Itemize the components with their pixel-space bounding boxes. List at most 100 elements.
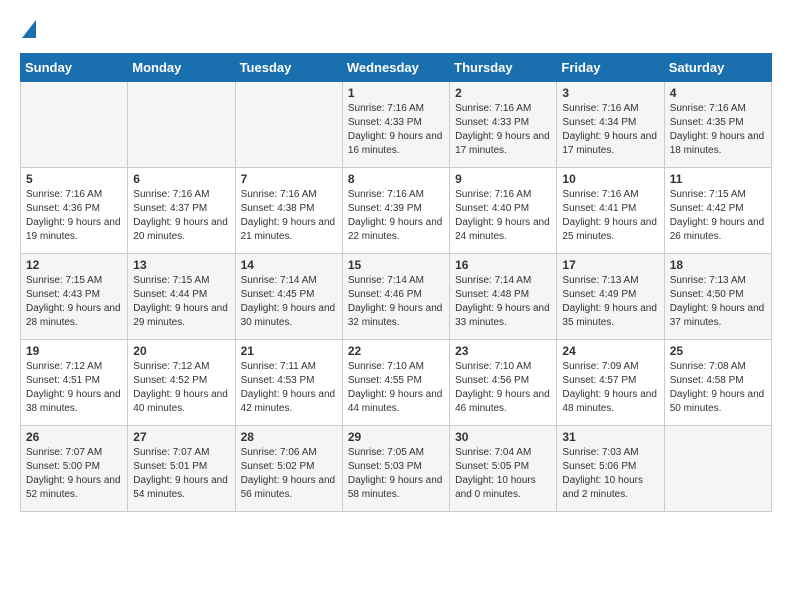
day-number: 15 <box>348 258 444 272</box>
sunrise-text: Sunrise: 7:15 AM <box>670 188 766 202</box>
sunrise-text: Sunrise: 7:10 AM <box>455 360 551 374</box>
daylight-text: Daylight: 9 hours and 40 minutes. <box>133 388 229 416</box>
sunset-text: Sunset: 5:00 PM <box>26 460 122 474</box>
day-number: 23 <box>455 344 551 358</box>
cell-content: Sunrise: 7:13 AMSunset: 4:49 PMDaylight:… <box>562 274 658 330</box>
calendar-week-row: 19Sunrise: 7:12 AMSunset: 4:51 PMDayligh… <box>21 340 772 426</box>
sunset-text: Sunset: 4:39 PM <box>348 202 444 216</box>
cell-content: Sunrise: 7:16 AMSunset: 4:36 PMDaylight:… <box>26 188 122 244</box>
sunset-text: Sunset: 4:56 PM <box>455 374 551 388</box>
sunrise-text: Sunrise: 7:14 AM <box>455 274 551 288</box>
weekday-header: Monday <box>128 54 235 82</box>
sunset-text: Sunset: 4:46 PM <box>348 288 444 302</box>
daylight-text: Daylight: 9 hours and 18 minutes. <box>670 130 766 158</box>
calendar-cell: 29Sunrise: 7:05 AMSunset: 5:03 PMDayligh… <box>342 426 449 512</box>
sunset-text: Sunset: 4:45 PM <box>241 288 337 302</box>
sunrise-text: Sunrise: 7:14 AM <box>241 274 337 288</box>
cell-content: Sunrise: 7:16 AMSunset: 4:41 PMDaylight:… <box>562 188 658 244</box>
sunset-text: Sunset: 4:53 PM <box>241 374 337 388</box>
day-number: 9 <box>455 172 551 186</box>
sunset-text: Sunset: 4:37 PM <box>133 202 229 216</box>
daylight-text: Daylight: 10 hours and 2 minutes. <box>562 474 658 502</box>
day-number: 4 <box>670 86 766 100</box>
day-number: 17 <box>562 258 658 272</box>
calendar-cell: 12 Sunrise: 7:15 AMSunset: 4:43 PMDayligh… <box>21 254 128 340</box>
day-number: 31 <box>562 430 658 444</box>
sunrise-text: Sunrise: 7:05 AM <box>348 446 444 460</box>
daylight-text: Daylight: 9 hours and 50 minutes. <box>670 388 766 416</box>
daylight-text: Daylight: 9 hours and 37 minutes. <box>670 302 766 330</box>
cell-content: Sunrise: 7:07 AMSunset: 5:01 PMDaylight:… <box>133 446 229 502</box>
sunset-text: Sunset: 4:41 PM <box>562 202 658 216</box>
cell-content: Sunrise: 7:15 AMSunset: 4:42 PMDaylight:… <box>670 188 766 244</box>
daylight-text: Daylight: 9 hours and 38 minutes. <box>26 388 122 416</box>
weekday-header: Saturday <box>664 54 771 82</box>
calendar-cell: 6Sunrise: 7:16 AMSunset: 4:37 PMDaylight… <box>128 168 235 254</box>
cell-content: Sunrise: 7:15 AMSunset: 4:44 PMDaylight:… <box>133 274 229 330</box>
daylight-text: Daylight: 9 hours and 28 minutes. <box>26 302 122 330</box>
day-number: 2 <box>455 86 551 100</box>
day-number: 11 <box>670 172 766 186</box>
cell-content: Sunrise: 7:04 AMSunset: 5:05 PMDaylight:… <box>455 446 551 502</box>
daylight-text: Daylight: 9 hours and 35 minutes. <box>562 302 658 330</box>
daylight-text: Daylight: 9 hours and 44 minutes. <box>348 388 444 416</box>
sunrise-text: Sunrise: 7:13 AM <box>562 274 658 288</box>
sunset-text: Sunset: 4:55 PM <box>348 374 444 388</box>
calendar-cell: 26Sunrise: 7:07 AMSunset: 5:00 PMDayligh… <box>21 426 128 512</box>
cell-content: Sunrise: 7:16 AMSunset: 4:40 PMDaylight:… <box>455 188 551 244</box>
sunset-text: Sunset: 4:33 PM <box>455 116 551 130</box>
sunrise-text: Sunrise: 7:16 AM <box>670 102 766 116</box>
cell-content: Sunrise: 7:09 AMSunset: 4:57 PMDaylight:… <box>562 360 658 416</box>
sunset-text: Sunset: 4:49 PM <box>562 288 658 302</box>
daylight-text: Daylight: 9 hours and 32 minutes. <box>348 302 444 330</box>
daylight-text: Daylight: 9 hours and 17 minutes. <box>455 130 551 158</box>
day-number: 13 <box>133 258 229 272</box>
day-number: 8 <box>348 172 444 186</box>
sunrise-text: Sunrise: 7:13 AM <box>670 274 766 288</box>
cell-content: Sunrise: 7:16 AMSunset: 4:35 PMDaylight:… <box>670 102 766 158</box>
calendar-cell: 10Sunrise: 7:16 AMSunset: 4:41 PMDayligh… <box>557 168 664 254</box>
sunrise-text: Sunrise: 7:16 AM <box>562 188 658 202</box>
calendar-cell: 21Sunrise: 7:11 AMSunset: 4:53 PMDayligh… <box>235 340 342 426</box>
logo <box>20 16 36 43</box>
daylight-text: Daylight: 9 hours and 29 minutes. <box>133 302 229 330</box>
calendar-table: SundayMondayTuesdayWednesdayThursdayFrid… <box>20 53 772 512</box>
daylight-text: Daylight: 9 hours and 56 minutes. <box>241 474 337 502</box>
daylight-text: Daylight: 9 hours and 46 minutes. <box>455 388 551 416</box>
daylight-text: Daylight: 9 hours and 26 minutes. <box>670 216 766 244</box>
sunset-text: Sunset: 4:38 PM <box>241 202 337 216</box>
sunset-text: Sunset: 5:01 PM <box>133 460 229 474</box>
sunrise-text: Sunrise: 7:16 AM <box>455 188 551 202</box>
weekday-header: Tuesday <box>235 54 342 82</box>
daylight-text: Daylight: 9 hours and 30 minutes. <box>241 302 337 330</box>
cell-content: Sunrise: 7:10 AMSunset: 4:56 PMDaylight:… <box>455 360 551 416</box>
calendar-cell: 9 Sunrise: 7:16 AMSunset: 4:40 PMDaylight… <box>450 168 557 254</box>
sunrise-text: Sunrise: 7:12 AM <box>133 360 229 374</box>
sunset-text: Sunset: 4:58 PM <box>670 374 766 388</box>
day-number: 14 <box>241 258 337 272</box>
daylight-text: Daylight: 9 hours and 54 minutes. <box>133 474 229 502</box>
sunset-text: Sunset: 5:02 PM <box>241 460 337 474</box>
day-number: 21 <box>241 344 337 358</box>
daylight-text: Daylight: 9 hours and 22 minutes. <box>348 216 444 244</box>
cell-content: Sunrise: 7:15 AMSunset: 4:43 PMDaylight:… <box>26 274 122 330</box>
day-number: 30 <box>455 430 551 444</box>
sunrise-text: Sunrise: 7:07 AM <box>133 446 229 460</box>
sunset-text: Sunset: 4:52 PM <box>133 374 229 388</box>
calendar-cell: 18Sunrise: 7:13 AMSunset: 4:50 PMDayligh… <box>664 254 771 340</box>
sunrise-text: Sunrise: 7:16 AM <box>26 188 122 202</box>
calendar-cell <box>664 426 771 512</box>
day-number: 12 <box>26 258 122 272</box>
day-number: 16 <box>455 258 551 272</box>
sunset-text: Sunset: 4:48 PM <box>455 288 551 302</box>
sunset-text: Sunset: 4:33 PM <box>348 116 444 130</box>
daylight-text: Daylight: 9 hours and 16 minutes. <box>348 130 444 158</box>
calendar-cell: 11 Sunrise: 7:15 AMSunset: 4:42 PMDayligh… <box>664 168 771 254</box>
calendar-cell: 28Sunrise: 7:06 AMSunset: 5:02 PMDayligh… <box>235 426 342 512</box>
daylight-text: Daylight: 9 hours and 19 minutes. <box>26 216 122 244</box>
weekday-header: Wednesday <box>342 54 449 82</box>
calendar-cell: 14 Sunrise: 7:14 AMSunset: 4:45 PMDayligh… <box>235 254 342 340</box>
cell-content: Sunrise: 7:06 AMSunset: 5:02 PMDaylight:… <box>241 446 337 502</box>
page: SundayMondayTuesdayWednesdayThursdayFrid… <box>0 0 792 528</box>
day-number: 22 <box>348 344 444 358</box>
